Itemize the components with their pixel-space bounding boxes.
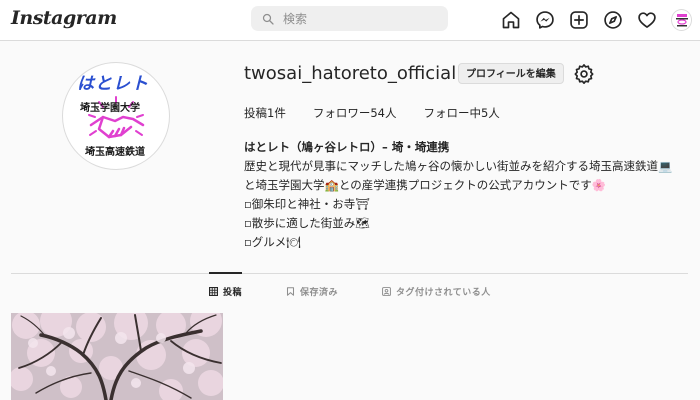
messenger-icon[interactable] [534, 9, 556, 31]
tab-tagged[interactable]: タグ付けされている人 [382, 285, 491, 298]
following-stat[interactable]: フォロー中5人 [423, 105, 499, 121]
nav-icons [500, 9, 700, 31]
instagram-logo[interactable]: Instagram [11, 7, 117, 29]
following-label: フォロー中 [423, 106, 481, 120]
search-box[interactable] [251, 6, 448, 31]
followers-label: フォロワー [312, 106, 371, 120]
explore-icon[interactable] [602, 9, 624, 31]
post-thumbnail[interactable] [11, 313, 223, 400]
avatar-railway-text: 埼玉高速鉄道 [85, 147, 145, 158]
avatar-university-text: 埼玉学園大学 [80, 103, 140, 114]
profile-stats: 投稿1件 フォロワー54人 フォロー中5人 [244, 105, 527, 121]
avatar-title-text: はとレト [77, 74, 149, 94]
bio-line: ▫御朱印と神社・お寺⛩ [244, 197, 370, 211]
search-input[interactable] [281, 10, 435, 27]
bio-line: ▫散歩に適した街並み🗺 [244, 216, 370, 230]
tab-posts-label: 投稿 [223, 288, 243, 298]
posts-count: 1件 [267, 106, 286, 120]
search-icon [262, 13, 274, 25]
edit-profile-button[interactable]: プロフィールを編集 [458, 63, 564, 84]
tab-posts[interactable]: 投稿 [209, 285, 242, 298]
bio-line: ▫グルメ🍽 [244, 235, 301, 249]
cherry-blossom-photo [11, 313, 223, 400]
bio-line: と埼玉学園大学🏫との産学連携プロジェクトの公式アカウントです🌸 [244, 178, 607, 192]
profile-avatar-button[interactable] [670, 9, 692, 31]
grid-icon [209, 287, 218, 296]
profile-username: twosai_hatoreto_official [244, 63, 457, 84]
profile-avatar[interactable]: はとレト 埼玉学園大学 埼玉高速鉄道 [62, 62, 170, 170]
profile-bio: はとレト（鳩ヶ谷レトロ）– 埼・埼連携 歴史と現代が見事にマッチした鳩ヶ谷の懐か… [244, 138, 694, 252]
tab-saved[interactable]: 保存済み [286, 285, 338, 298]
posts-stat: 投稿1件 [244, 105, 286, 121]
profile-display-name: はとレト（鳩ヶ谷レトロ）– 埼・埼連携 [244, 140, 450, 154]
new-post-icon[interactable] [568, 9, 590, 31]
bookmark-icon [286, 287, 295, 296]
avatar-small [671, 9, 692, 31]
followers-stat[interactable]: フォロワー54人 [313, 105, 397, 121]
activity-heart-icon[interactable] [636, 9, 658, 31]
bio-line: 歴史と現代が見事にマッチした鳩ヶ谷の懐かしい街並みを紹介する埼玉高速鉄道💻 [244, 159, 673, 173]
top-navigation-bar: Instagram [0, 0, 700, 41]
posts-label: 投稿 [244, 106, 267, 120]
tab-saved-label: 保存済み [300, 288, 339, 298]
settings-gear-icon[interactable] [574, 64, 594, 85]
tabs-divider [11, 273, 688, 274]
home-icon[interactable] [500, 9, 522, 31]
following-count: 5人 [480, 106, 500, 120]
active-tab-indicator [209, 272, 242, 274]
tab-tagged-label: タグ付けされている人 [396, 288, 491, 298]
tagged-icon [382, 287, 391, 296]
followers-count: 54人 [370, 106, 397, 120]
